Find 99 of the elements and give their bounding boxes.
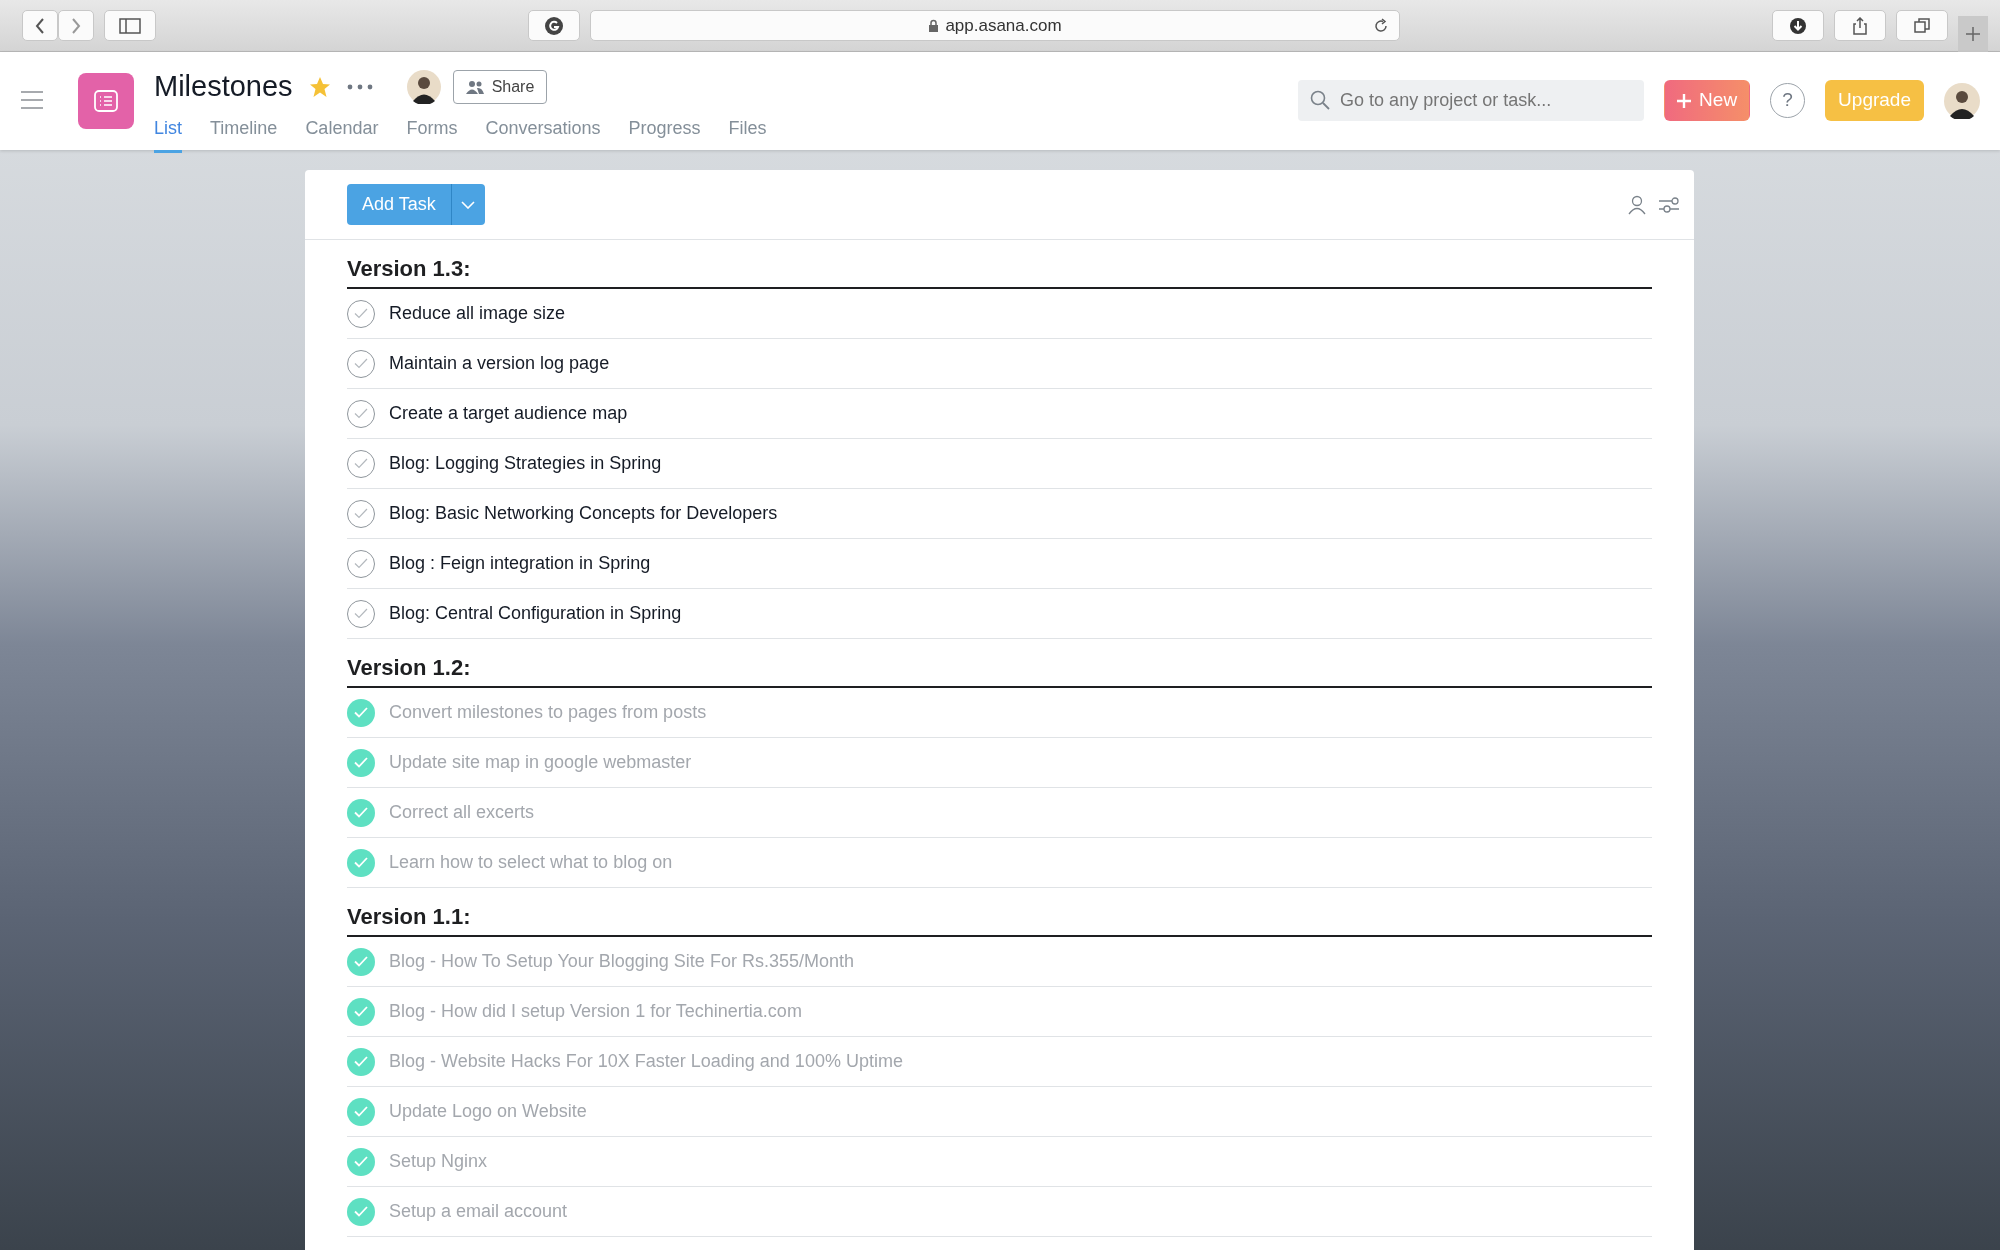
- complete-checkbox[interactable]: [347, 549, 375, 578]
- complete-checkbox[interactable]: [347, 698, 375, 727]
- checkmark-icon: [354, 458, 368, 469]
- add-task-dropdown[interactable]: [450, 184, 485, 225]
- complete-checkbox[interactable]: [347, 947, 375, 976]
- section-heading: Version 1.1:: [347, 888, 1652, 937]
- checkmark-icon: [354, 1006, 368, 1017]
- url-text: app.asana.com: [945, 14, 1062, 37]
- view-tab[interactable]: Timeline: [210, 114, 278, 153]
- task-name[interactable]: Blog: Logging Strategies in Spring: [389, 450, 662, 477]
- checkmark-icon: [354, 508, 368, 519]
- task-name[interactable]: Blog : Feign integration in Spring: [389, 550, 651, 577]
- checkmark-icon: [354, 956, 368, 967]
- share-button[interactable]: Share: [452, 69, 548, 104]
- complete-checkbox[interactable]: [347, 848, 375, 877]
- menu-icon: [20, 90, 44, 110]
- forward-icon: [70, 16, 82, 35]
- download-button[interactable]: [1772, 10, 1824, 41]
- more-icon[interactable]: [346, 83, 373, 90]
- task-name[interactable]: Learn how to select what to blog on: [389, 849, 673, 876]
- checkmark-icon: [354, 1156, 368, 1167]
- task-name[interactable]: Update Logo on Website: [389, 1098, 587, 1125]
- sidebar-button[interactable]: [104, 10, 156, 41]
- avatar[interactable]: [1944, 82, 1980, 119]
- view-tab[interactable]: Conversations: [485, 114, 601, 153]
- tabs-button[interactable]: [1896, 10, 1948, 41]
- task-name[interactable]: Reduce all image size: [389, 300, 566, 327]
- sidebar-icon: [119, 17, 141, 34]
- search-icon: [1310, 90, 1331, 110]
- new-button[interactable]: New: [1664, 80, 1751, 121]
- task-name[interactable]: Blog - How did I setup Version 1 for Techinertia.com: [389, 998, 802, 1025]
- complete-checkbox[interactable]: [347, 299, 375, 328]
- back-button[interactable]: [22, 10, 58, 41]
- complete-checkbox[interactable]: [347, 1147, 375, 1176]
- checkmark-icon: [354, 857, 368, 868]
- plus-icon: [1965, 25, 1981, 42]
- list-icon: [94, 90, 118, 112]
- plus-icon: [1677, 93, 1692, 108]
- add-task-button[interactable]: Add Task: [347, 184, 451, 225]
- avatar: [406, 69, 441, 104]
- task-name[interactable]: Setup Nginx: [389, 1148, 488, 1175]
- task-name[interactable]: Create a target audience map: [389, 400, 628, 427]
- complete-checkbox[interactable]: [347, 748, 375, 777]
- filter-icon[interactable]: [1658, 196, 1680, 213]
- task-name[interactable]: Update site map in google webmaster: [389, 749, 692, 776]
- complete-checkbox[interactable]: [347, 1097, 375, 1126]
- checkmark-icon: [354, 707, 368, 718]
- checkmark-icon: [354, 358, 368, 369]
- upgrade-button[interactable]: Upgrade: [1825, 80, 1924, 121]
- task-name[interactable]: Setup a email account: [389, 1198, 568, 1225]
- back-icon: [34, 16, 46, 35]
- task-name[interactable]: Blog: Central Configuration in Spring: [389, 600, 682, 627]
- section-heading: Version 1.2:: [347, 639, 1652, 688]
- checkmark-icon: [354, 1106, 368, 1117]
- search-field[interactable]: Go to any project or task...: [1298, 80, 1645, 121]
- people-icon: [465, 79, 484, 94]
- complete-checkbox[interactable]: [347, 599, 375, 628]
- forward-button[interactable]: [58, 10, 94, 41]
- view-tab[interactable]: Forms: [406, 114, 458, 153]
- tabs-icon: [1913, 16, 1931, 35]
- complete-checkbox[interactable]: [347, 449, 375, 478]
- view-tab[interactable]: Calendar: [305, 114, 379, 153]
- complete-checkbox[interactable]: [347, 1047, 375, 1076]
- menu-button[interactable]: [20, 90, 44, 110]
- extension-button[interactable]: [528, 10, 580, 41]
- checkmark-icon: [354, 1056, 368, 1067]
- complete-checkbox[interactable]: [347, 997, 375, 1026]
- task-name[interactable]: Correct all excerts: [389, 799, 535, 826]
- checkmark-icon: [354, 558, 368, 569]
- project-title: Milestones: [154, 69, 293, 104]
- checkmark-icon: [354, 608, 368, 619]
- address-bar[interactable]: app.asana.com: [590, 10, 1400, 41]
- checkmark-icon: [354, 757, 368, 768]
- checkmark-icon: [354, 408, 368, 419]
- checkmark-icon: [354, 308, 368, 319]
- complete-checkbox[interactable]: [347, 399, 375, 428]
- complete-checkbox[interactable]: [347, 349, 375, 378]
- checkmark-icon: [354, 1206, 368, 1217]
- task-name[interactable]: Maintain a version log page: [389, 350, 610, 377]
- complete-checkbox[interactable]: [347, 1197, 375, 1226]
- task-name[interactable]: Blog - Website Hacks For 10X Faster Loading and 100% Uptime: [389, 1048, 903, 1075]
- view-tab[interactable]: Progress: [628, 114, 701, 153]
- checkmark-icon: [354, 807, 368, 818]
- section-heading: Version 1.3:: [347, 240, 1652, 289]
- person-icon[interactable]: [1628, 194, 1646, 215]
- star-icon[interactable]: [308, 75, 331, 98]
- complete-checkbox[interactable]: [347, 798, 375, 827]
- task-name[interactable]: Blog: Basic Networking Concepts for Developers: [389, 500, 778, 527]
- chevron-down-icon: [461, 200, 476, 209]
- task-name[interactable]: Convert milestones to pages from posts: [389, 699, 707, 726]
- complete-checkbox[interactable]: [347, 499, 375, 528]
- download-icon: [1789, 16, 1807, 35]
- view-tab[interactable]: Files: [728, 114, 767, 153]
- reload-icon[interactable]: [1373, 17, 1389, 34]
- lock-icon: [928, 18, 940, 33]
- share-icon: [1851, 16, 1869, 35]
- new-tab-button[interactable]: [1958, 15, 1988, 52]
- task-name[interactable]: Blog - How To Setup Your Blogging Site For Rs.355/Month: [389, 948, 854, 975]
- share-button[interactable]: [1834, 10, 1886, 41]
